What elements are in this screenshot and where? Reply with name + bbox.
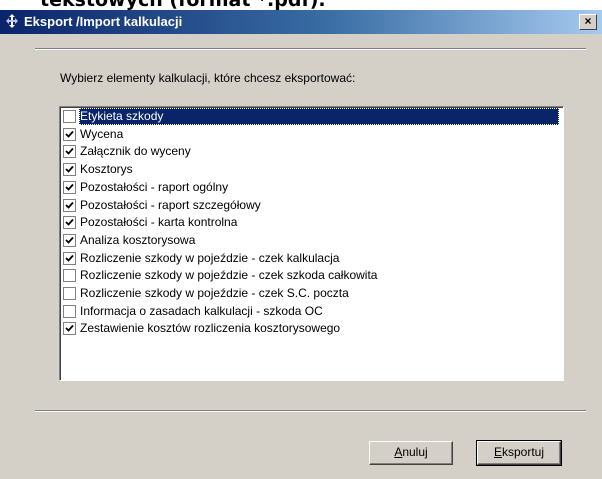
list-item-label: Wycena [80,126,124,141]
bottom-separator [35,410,586,412]
list-item-label: Etykieta szkody [79,108,559,125]
list-item[interactable]: Rozliczenie szkody w pojeździe - czek S.… [62,285,561,302]
list-item-label: Załącznik do wyceny [80,144,191,159]
list-item[interactable]: Etykieta szkody [62,108,561,125]
checkbox-checked-icon[interactable] [63,233,76,247]
checkbox-unchecked-icon[interactable] [63,287,76,300]
checkbox-checked-icon[interactable] [63,127,76,141]
checkbox-checked-icon[interactable] [63,163,76,177]
list-item-label: Rozliczenie szkody w pojeździe - czek ka… [80,250,340,265]
list-item-label: Pozostałości - raport szczegółowy [80,197,261,212]
export-label-rest: ksportuj [501,445,545,459]
list-item-label: Informacja o zasadach kalkulacji - szkod… [80,303,323,318]
list-item[interactable]: Pozostałości - karta kontrolna [62,214,561,231]
checkbox-unchecked-icon[interactable] [63,304,76,318]
list-item[interactable]: Rozliczenie szkody w pojeździe - czek ka… [62,250,561,267]
list-item-label: Pozostałości - raport ogólny [80,179,229,194]
list-item-label: Kosztorys [80,162,133,177]
cancel-button[interactable]: Anuluj [369,441,453,465]
list-item-label: Zestawienie kosztów rozliczenia kosztory… [80,321,341,336]
checkbox-unchecked-icon[interactable] [63,269,76,283]
list-item[interactable]: Pozostałości - raport ogólny [62,179,561,196]
export-button[interactable]: Eksportuj [476,440,562,466]
list-item[interactable]: Rozliczenie szkody w pojeździe - czek sz… [62,267,561,284]
checkbox-checked-icon[interactable] [63,322,76,336]
list-item[interactable]: Pozostałości - raport szczegółowy [62,197,561,214]
checkbox-checked-icon[interactable] [63,180,76,194]
close-button[interactable]: × [579,14,597,30]
top-separator [35,48,586,50]
checkbox-checked-icon[interactable] [63,251,76,265]
checkbox-checked-icon[interactable] [63,216,76,230]
app-icon [4,13,20,29]
window-title: Eksport /Import kalkulacji [24,14,183,29]
list-item[interactable]: Kosztorys [62,161,561,178]
checkbox-checked-icon[interactable] [63,198,76,212]
close-icon: × [584,14,592,28]
title-bar: Eksport /Import kalkulacji × [0,10,602,34]
cancel-label-rest: nuluj [402,445,428,459]
list-item-label: Rozliczenie szkody w pojeździe - czek sz… [80,268,378,283]
list-item[interactable]: Wycena [62,126,561,143]
list-item-label: Pozostałości - karta kontrolna [80,215,238,230]
export-import-dialog: Eksport /Import kalkulacji × Wybierz ele… [0,10,602,479]
list-item[interactable]: Informacja o zasadach kalkulacji - szkod… [62,303,561,320]
list-item[interactable]: Zestawienie kosztów rozliczenia kosztory… [62,320,561,337]
list-item-label: Rozliczenie szkody w pojeździe - czek S.… [80,286,349,300]
checkbox-unchecked-icon[interactable] [63,110,76,123]
checkbox-checked-icon[interactable] [63,145,76,159]
elements-checklist[interactable]: Etykieta szkody Wycena Załącznik do wyceny… [59,106,564,381]
export-mnemonic: E [493,445,502,459]
instruction-label: Wybierz elementy kalkulacji, które chces… [60,71,356,85]
list-item[interactable]: Analiza kosztorysowa [62,232,561,249]
list-item[interactable]: Załącznik do wyceny [62,143,561,160]
list-item-label: Analiza kosztorysowa [80,232,196,247]
